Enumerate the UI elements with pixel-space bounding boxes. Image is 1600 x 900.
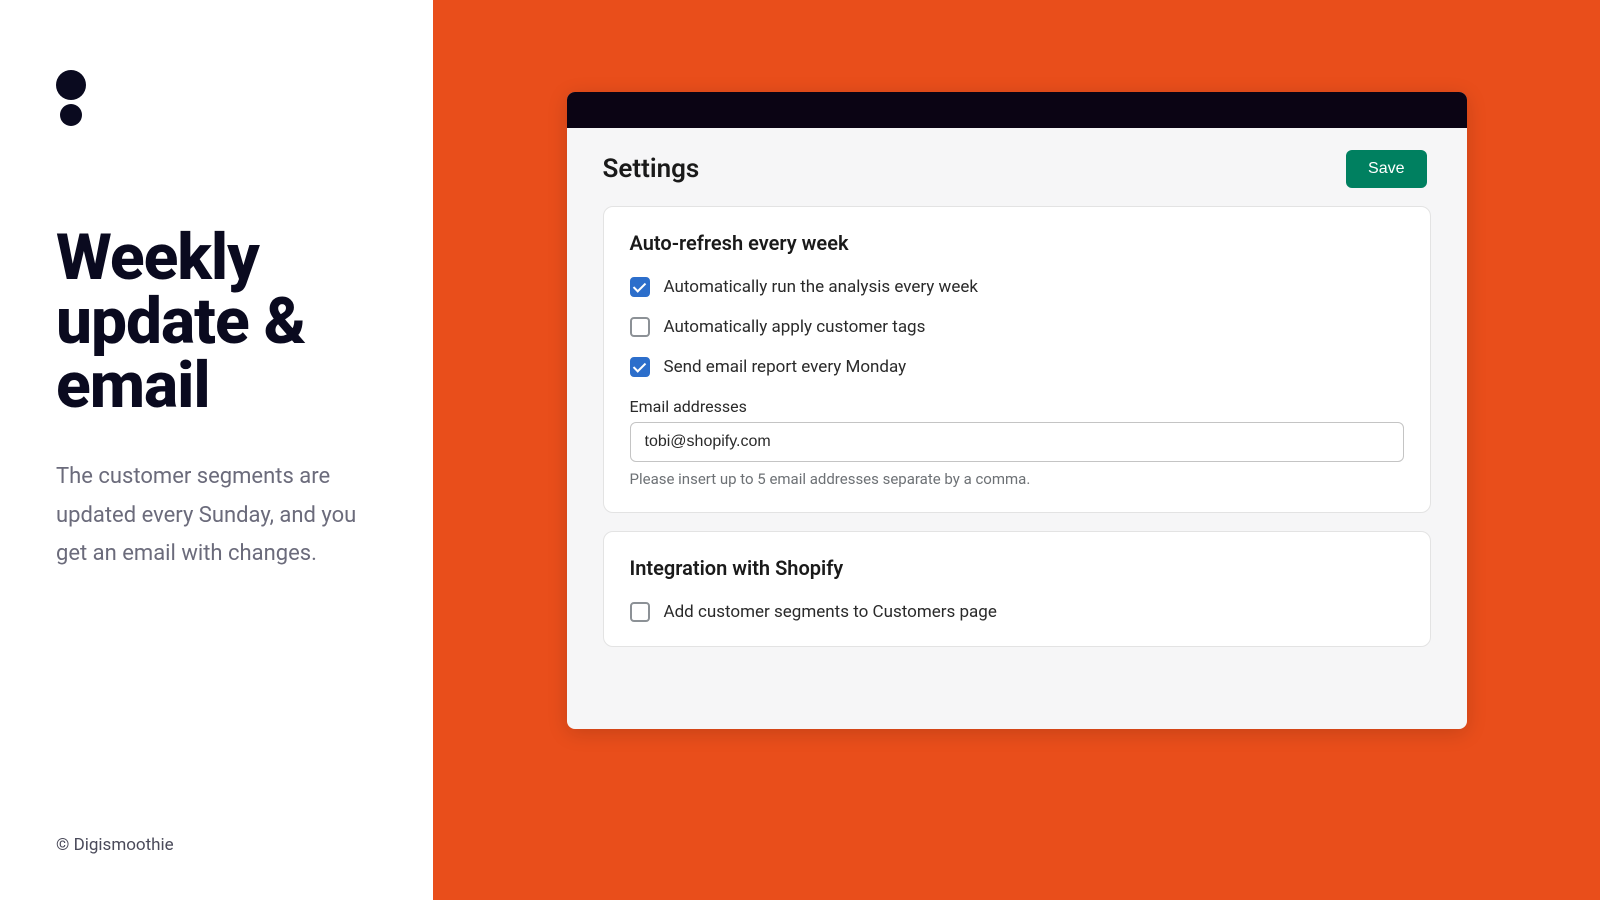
checkbox-row-run-analysis[interactable]: Automatically run the analysis every wee… <box>630 277 1404 297</box>
save-button[interactable]: Save <box>1346 150 1426 188</box>
email-field-label: Email addresses <box>630 397 1404 416</box>
app-window: Settings Save Auto-refresh every week Au… <box>567 92 1467 729</box>
window-titlebar <box>567 92 1467 128</box>
checkbox-row-apply-tags[interactable]: Automatically apply customer tags <box>630 317 1404 337</box>
email-input[interactable] <box>630 422 1404 462</box>
auto-refresh-card: Auto-refresh every week Automatically ru… <box>603 206 1431 513</box>
shopify-integration-card: Integration with Shopify Add customer se… <box>603 531 1431 647</box>
checkbox-label: Add customer segments to Customers page <box>664 602 997 622</box>
email-help-text: Please insert up to 5 email addresses se… <box>630 470 1404 488</box>
checkbox-apply-tags[interactable] <box>630 317 650 337</box>
logo-dot-small <box>60 104 82 126</box>
checkbox-label: Automatically apply customer tags <box>664 317 926 337</box>
logo-dot-large <box>56 70 86 100</box>
headline: Weekly update & email <box>56 226 377 418</box>
checkbox-email-report[interactable] <box>630 357 650 377</box>
auto-refresh-title: Auto-refresh every week <box>630 231 1404 255</box>
logo <box>56 70 377 126</box>
page-title: Settings <box>603 154 700 184</box>
checkbox-row-email-report[interactable]: Send email report every Monday <box>630 357 1404 377</box>
copyright: © Digismoothie <box>56 835 174 855</box>
checkbox-run-analysis[interactable] <box>630 277 650 297</box>
checkbox-add-segments[interactable] <box>630 602 650 622</box>
settings-header: Settings Save <box>567 128 1467 206</box>
checkbox-row-add-segments[interactable]: Add customer segments to Customers page <box>630 602 1404 622</box>
checkbox-label: Send email report every Monday <box>664 357 907 377</box>
description: The customer segments are updated every … <box>56 458 377 574</box>
shopify-integration-title: Integration with Shopify <box>630 556 1404 580</box>
showcase-panel: Settings Save Auto-refresh every week Au… <box>433 0 1600 900</box>
marketing-panel: Weekly update & email The customer segme… <box>0 0 433 900</box>
checkbox-label: Automatically run the analysis every wee… <box>664 277 978 297</box>
